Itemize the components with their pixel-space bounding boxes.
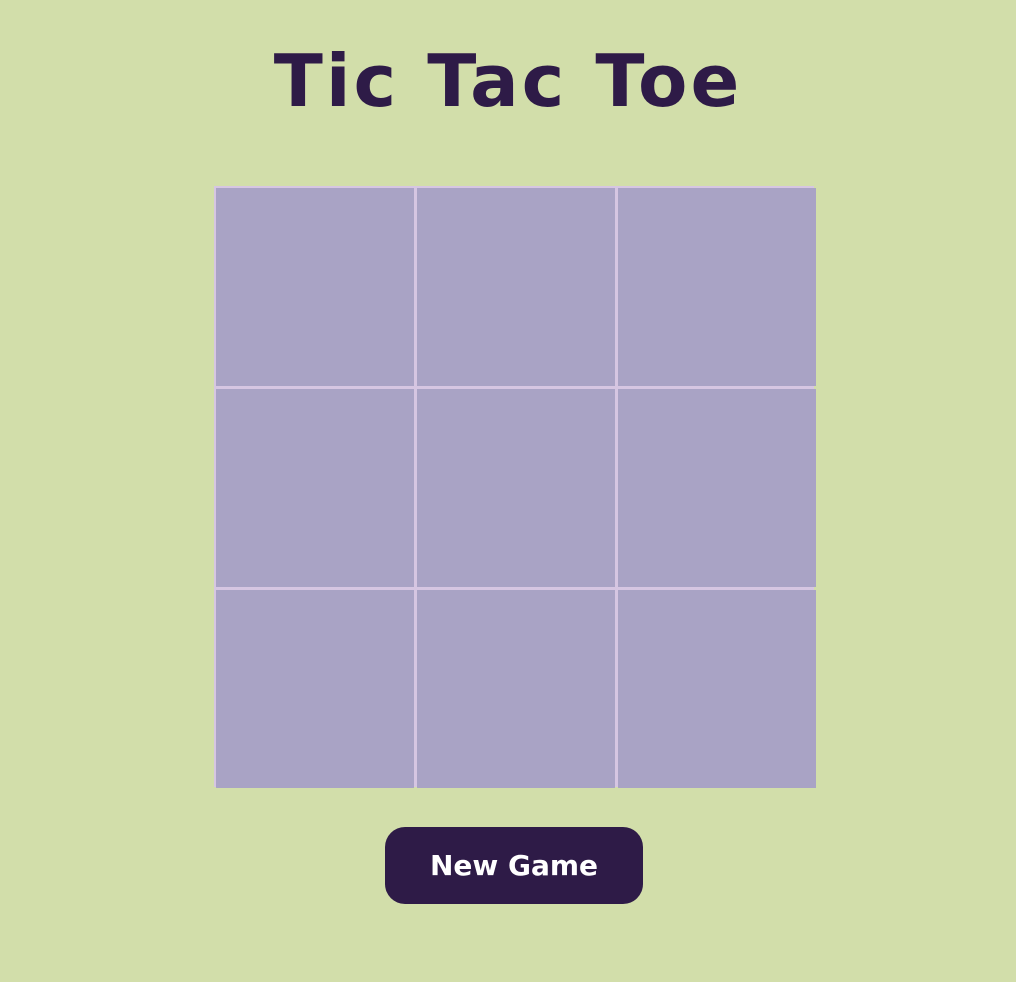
game-board: [214, 186, 816, 788]
board-cell-6[interactable]: [618, 389, 816, 587]
new-game-button[interactable]: New Game: [385, 827, 643, 904]
board-cell-3[interactable]: [618, 188, 816, 386]
board-cell-8[interactable]: [417, 590, 615, 788]
board-cell-4[interactable]: [216, 389, 414, 587]
board-cell-7[interactable]: [216, 590, 414, 788]
board-cell-1[interactable]: [216, 188, 414, 386]
game-title: Tic Tac Toe: [273, 39, 743, 123]
board-cell-9[interactable]: [618, 590, 816, 788]
board-cell-2[interactable]: [417, 188, 615, 386]
board-cell-5[interactable]: [417, 389, 615, 587]
